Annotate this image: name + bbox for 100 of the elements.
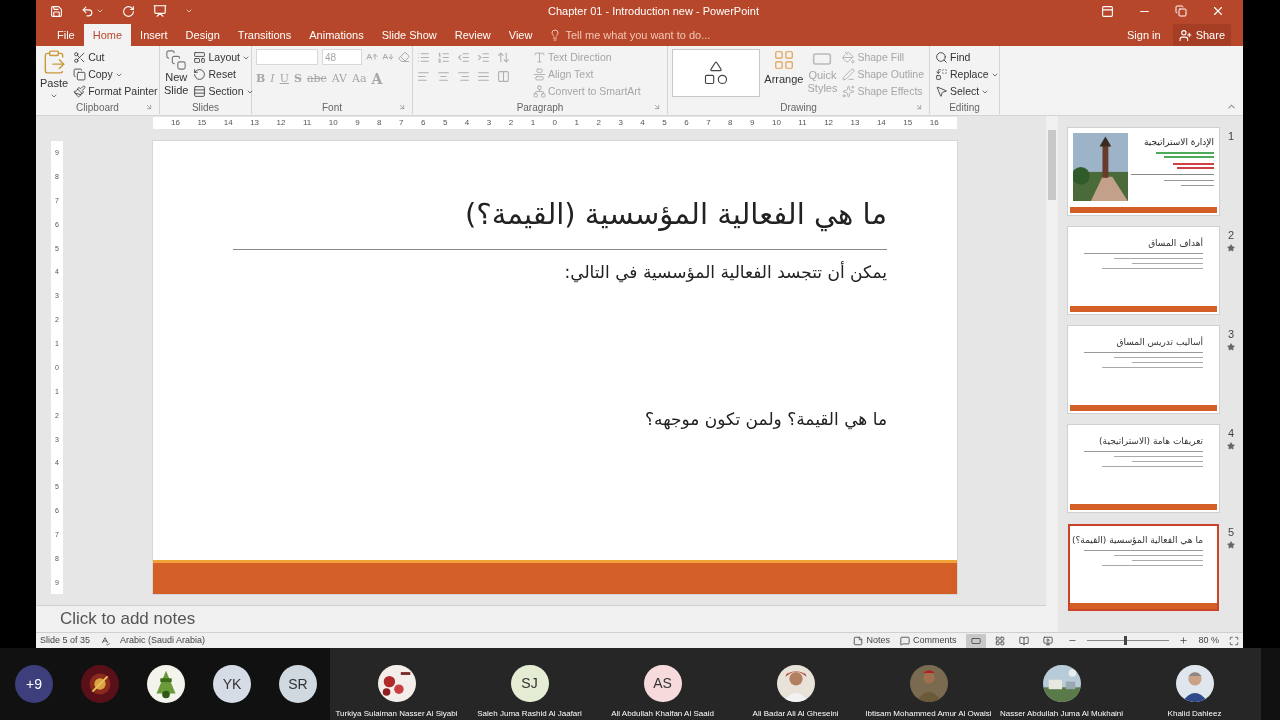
ribbon-tab[interactable]: Transitions [228,24,301,46]
undo-icon[interactable] [81,4,94,18]
align-left-icon[interactable] [417,70,430,83]
bullets-icon[interactable] [417,51,430,64]
dialog-launcher-icon[interactable] [145,103,153,111]
layout-button[interactable]: Layout [192,49,255,66]
ribbon-tab[interactable]: Review [445,24,500,46]
participant-tile[interactable]: Turkiya Sulaiman Nasser Al Siyabi [330,648,463,720]
share-button[interactable]: Share [1172,24,1231,46]
participant-tile[interactable]: Ibtisam Mohammed Amur Al Owaisi [862,648,995,720]
view-icon [1043,635,1054,646]
ribbon-tab[interactable]: Animations [300,24,373,46]
notes-pane[interactable]: Click to add notes [36,605,1046,632]
select-button[interactable]: Select [934,83,1000,100]
font-name-field[interactable] [256,49,318,65]
comments-button[interactable]: Comments [899,633,957,648]
cut-icon [73,51,87,64]
ribbon-tab[interactable]: Design [176,24,229,46]
dialog-launcher-icon[interactable] [653,103,661,111]
group-label: Paragraph [516,100,564,115]
zoom-in-icon[interactable] [1179,636,1189,645]
slide-thumbnail[interactable]: ما هي الفعالية المؤسسية (القيمة؟) [1068,524,1219,611]
ruler-number: 1 [530,119,536,127]
participant-tile[interactable]: AS Ali Abdullah Khalfan Al Saaid [596,648,729,720]
redo-icon[interactable] [122,4,135,18]
participant-tile[interactable]: Ali Badar Ali Al Gheseini [729,648,862,720]
ribbon-tab[interactable]: File [48,24,84,46]
ribbon-tab[interactable]: View [499,24,542,46]
slide-thumbnail[interactable]: تعريفات هامة (الاستراتيجية) [1068,425,1219,512]
fit-icon[interactable] [1229,635,1239,646]
copy-button[interactable]: Copy [72,66,159,83]
participant-tile[interactable]: SJ Saleh Juma Rashid Al Jaafari [463,648,596,720]
ruler-number: 4 [640,119,645,127]
ruler-number: 8 [728,119,733,127]
reset-button[interactable]: Reset [192,66,255,83]
ruler-number: 5 [442,119,448,127]
participant-name: Saleh Juma Rashid Al Jaafari [477,708,582,720]
arrange-button[interactable]: Arrange [764,49,804,88]
slide-body-text: يمكن أن تتجسد الفعالية المؤسسية في التالي: [564,260,887,285]
slide-count: Slide 5 of 35 [40,633,91,647]
caret-icon [185,7,193,15]
avatar-initials: AS [653,674,672,693]
view-button[interactable] [966,633,987,648]
save-icon[interactable] [50,4,63,18]
sign-in-link[interactable]: Sign in [1121,26,1167,44]
participant-tile[interactable]: Khalid Dahleez [1128,648,1261,720]
justify-icon[interactable] [477,70,490,83]
new-slide-button[interactable]: New Slide [164,49,189,97]
slideshow-icon[interactable] [153,4,167,18]
lightbulb-icon [549,29,562,41]
close-icon[interactable] [1211,4,1225,18]
ribbon-display-icon[interactable] [1101,4,1114,18]
section-button[interactable]: Section [192,83,255,100]
participant-tile[interactable]: Nasser Abdullah Juma Al Mukhaini [995,648,1128,720]
restore-icon[interactable] [1175,5,1187,17]
line-spacing-icon[interactable] [497,51,510,64]
find-button[interactable]: Find [934,49,1000,66]
slide-thumbnail[interactable]: أساليب تدريس المساق [1068,326,1219,413]
zoom-slider[interactable] [1087,635,1170,646]
spelling-icon[interactable] [100,635,111,646]
paste-button[interactable]: Paste [40,49,69,100]
ruler-number: 16 [171,119,180,127]
dialog-launcher-icon[interactable] [915,103,923,111]
clear-format-icon[interactable] [398,51,410,63]
shapes-gallery[interactable] [672,49,761,97]
tell-me-placeholder: Tell me what you want to do... [565,27,711,43]
replace-button[interactable]: Replace [934,66,1000,83]
notes-button[interactable]: Notes [853,633,890,648]
slide-thumbnail[interactable]: الإدارة الاستراتيجية [1068,128,1219,215]
increase-indent-icon[interactable] [477,51,490,64]
scrollbar[interactable] [1046,116,1058,632]
grow-font-icon[interactable] [366,51,378,63]
ruler-number: 15 [197,119,207,127]
align-center-icon[interactable] [437,70,450,83]
shrink-font-icon[interactable] [382,51,394,63]
participant-name: Ali Abdullah Khalfan Al Saaid [611,708,714,720]
align-right-icon[interactable] [457,70,470,83]
ruler-number: 2 [596,119,601,127]
dialog-launcher-icon[interactable] [398,103,406,111]
group-label: Drawing [780,100,817,115]
ruler-number: 11 [302,119,312,127]
slide-icon [165,49,188,71]
slide-body-text: ما هي القيمة؟ ولمن تكون موجهه؟ [645,408,887,432]
tell-me-field[interactable]: Tell me what you want to do... [541,24,719,46]
ribbon-tab[interactable]: Home [83,24,132,46]
ruler-number: 10 [328,119,338,127]
zoom-thumb[interactable] [1124,636,1128,645]
ruler-number: 9 [355,119,360,127]
format-painter-button[interactable]: Format Painter [72,83,159,100]
cut-button[interactable]: Cut [72,49,159,66]
ruler-number: 6 [420,119,426,127]
ruler-number: 2 [508,119,514,127]
ribbon-tab[interactable]: Insert [131,24,177,46]
ruler-number: 12 [276,119,286,127]
numbering-icon[interactable] [437,51,450,64]
slide-number: 4 [1227,426,1235,441]
columns-icon[interactable] [497,70,510,83]
decrease-indent-icon[interactable] [457,51,470,64]
slide-thumbnail[interactable]: أهداف المساق [1068,227,1219,314]
ribbon-tab[interactable]: Slide Show [372,24,446,46]
